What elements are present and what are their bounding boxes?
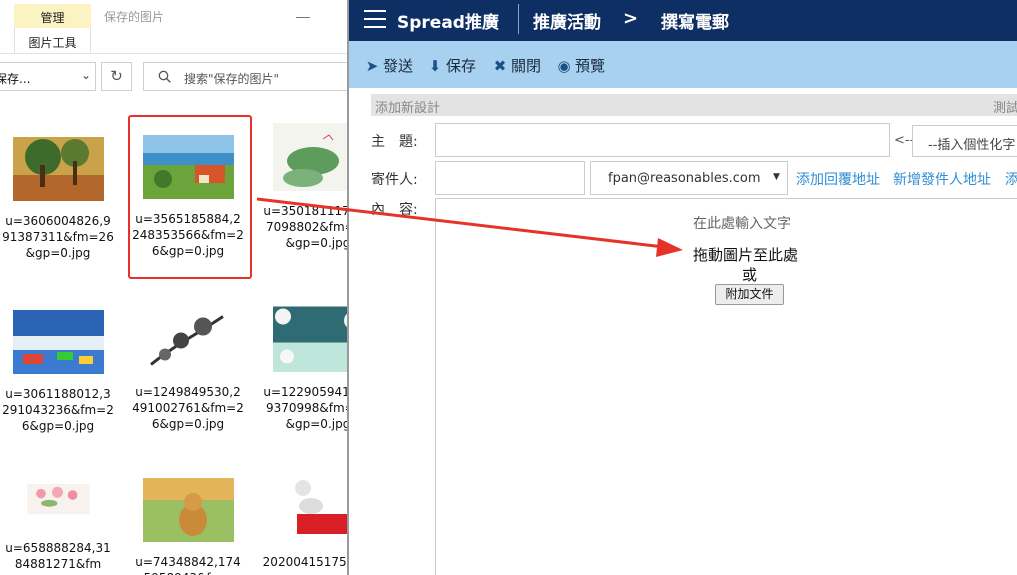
minimize-button[interactable] xyxy=(296,6,310,18)
file-name: 202004151754.png xyxy=(262,555,350,575)
explorer-window-title: 保存的图片 xyxy=(104,10,165,24)
breadcrumb-campaigns[interactable]: 推廣活動 xyxy=(533,8,601,33)
editor-placeholder: 在此處輸入文字 xyxy=(693,216,791,232)
attach-file-button[interactable]: 附加文件 xyxy=(715,284,784,305)
file-name: u=3501811173637098802&fm=26&gp=0.jpg xyxy=(263,204,350,250)
file-item[interactable]: u=3061188012,3291043236&fm=26&gp=0.jpg xyxy=(0,310,122,434)
file-item[interactable]: u=74348842,1745958943&fm= xyxy=(124,478,252,575)
download-icon: ⬇ xyxy=(428,56,442,75)
design-bar: 添加新設計 測試 xyxy=(371,94,1017,116)
add-new-design-link[interactable]: 添加新設計 xyxy=(375,97,440,116)
add-sender-address-link[interactable]: 新增發件人地址 xyxy=(893,169,991,189)
action-toolbar: ➤ 發送 ⬇ 保存 ✖ 關閉 ◉ 預覽 xyxy=(349,41,1017,88)
refresh-button[interactable]: ↻ xyxy=(101,62,132,91)
compose-form: 添加新設計 測試 主 題: <-- --插入個性化字 寄件人: fpan@rea… xyxy=(349,88,1017,575)
close-button[interactable]: ✖ 關閉 xyxy=(492,55,541,76)
personalization-select-value: --插入個性化字 xyxy=(928,138,1016,153)
save-button[interactable]: ⬇ 保存 xyxy=(427,55,476,76)
image-thumbnail xyxy=(142,478,234,542)
tab-picture-tools-label: 图片工具 xyxy=(28,36,77,50)
brand-logo-text[interactable]: Spread推廣 xyxy=(397,8,499,33)
file-name: u=1249849530,2491002761&fm=26&gp=0.jpg xyxy=(132,385,244,431)
ribbon-divider xyxy=(0,53,350,54)
send-button[interactable]: ➤ 發送 xyxy=(364,55,413,76)
ribbon-context-group: 管理 xyxy=(14,4,91,28)
file-item[interactable]: u=1249849530,2491002761&fm=26&gp=0.jpg xyxy=(124,305,252,432)
file-name: u=1229059412419370998&fm=26&gp=0.jpg xyxy=(263,385,350,431)
content-label: 內 容: xyxy=(371,202,418,218)
sender-name-input[interactable] xyxy=(435,161,585,195)
menu-icon[interactable] xyxy=(364,10,386,28)
drop-zone-text: 拖動圖片至此處 xyxy=(693,246,799,264)
subject-label: 主 題: xyxy=(371,134,418,150)
close-icon: ✖ xyxy=(493,56,507,75)
file-item[interactable]: u=1229059412419370998&fm=26&gp=0.jpg xyxy=(254,305,350,432)
add-more-link[interactable]: 添 xyxy=(1005,169,1017,189)
image-thumbnail xyxy=(12,137,104,201)
top-nav-bar: Spread推廣 推廣活動 > 撰寫電郵 xyxy=(349,0,1017,41)
close-label: 關閉 xyxy=(511,57,542,75)
image-thumbnail xyxy=(142,306,234,374)
file-item[interactable]: 202004151754.png xyxy=(254,474,350,575)
caret-down-icon: ▼ xyxy=(773,172,780,182)
file-item[interactable]: u=3501811173637098802&fm=26&gp=0.jpg xyxy=(254,119,350,251)
file-name: u=74348842,1745958943&fm= xyxy=(135,555,241,575)
file-explorer-window: 管理 图片工具 保存的图片 保存... ⌄ ↻ 搜索"保存的图片" u=3606… xyxy=(0,0,350,575)
chevron-right-icon: > xyxy=(623,8,639,29)
selection-highlight xyxy=(128,115,252,279)
send-label: 發送 xyxy=(383,57,414,75)
refresh-icon: ↻ xyxy=(110,67,123,85)
address-text: 保存... xyxy=(0,72,31,86)
file-name: u=658888284,3184881271&fm xyxy=(5,541,111,571)
image-thumbnail xyxy=(26,484,90,515)
file-name: u=3061188012,3291043236&fm=26&gp=0.jpg xyxy=(2,387,114,433)
send-icon: ➤ xyxy=(365,56,379,75)
breadcrumb-compose-email: 撰寫電郵 xyxy=(661,13,729,33)
image-thumbnail xyxy=(12,310,104,374)
image-thumbnail xyxy=(272,123,350,195)
personalization-field-select[interactable]: --插入個性化字 xyxy=(912,125,1017,157)
eye-icon: ◉ xyxy=(557,56,571,75)
sender-email-value: fpan@reasonables.com xyxy=(608,171,761,186)
chevron-down-icon[interactable]: ⌄ xyxy=(81,68,91,82)
spread-email-editor-window: Spread推廣 推廣活動 > 撰寫電郵 ➤ 發送 ⬇ 保存 ✖ 關閉 ◉ 預覽… xyxy=(347,0,1017,575)
drop-zone-or: 或 xyxy=(742,266,758,284)
image-thumbnail xyxy=(272,476,350,544)
image-thumbnail xyxy=(272,306,350,374)
test-link[interactable]: 測試 xyxy=(993,97,1017,116)
tab-picture-tools[interactable]: 图片工具 xyxy=(14,28,91,53)
file-item[interactable]: u=658888284,3184881271&fm xyxy=(0,484,122,572)
search-icon xyxy=(158,70,171,83)
add-reply-address-link[interactable]: 添加回覆地址 xyxy=(796,169,880,189)
preview-button[interactable]: ◉ 預覽 xyxy=(556,55,605,76)
ribbon-context-label: 管理 xyxy=(40,11,65,25)
nav-divider xyxy=(518,4,519,34)
file-item[interactable]: u=3606004826,991387311&fm=26&gp=0.jpg xyxy=(0,137,122,261)
sender-email-select[interactable]: fpan@reasonables.com ▼ xyxy=(590,161,788,195)
subject-input[interactable] xyxy=(435,123,890,157)
address-bar[interactable]: 保存... ⌄ xyxy=(0,62,96,91)
search-placeholder: 搜索"保存的图片" xyxy=(184,72,280,86)
preview-label: 預覽 xyxy=(575,57,606,75)
save-label: 保存 xyxy=(446,57,477,75)
file-name: u=3606004826,991387311&fm=26&gp=0.jpg xyxy=(2,214,114,260)
sender-label: 寄件人: xyxy=(371,172,418,188)
search-input[interactable]: 搜索"保存的图片" xyxy=(143,62,350,91)
